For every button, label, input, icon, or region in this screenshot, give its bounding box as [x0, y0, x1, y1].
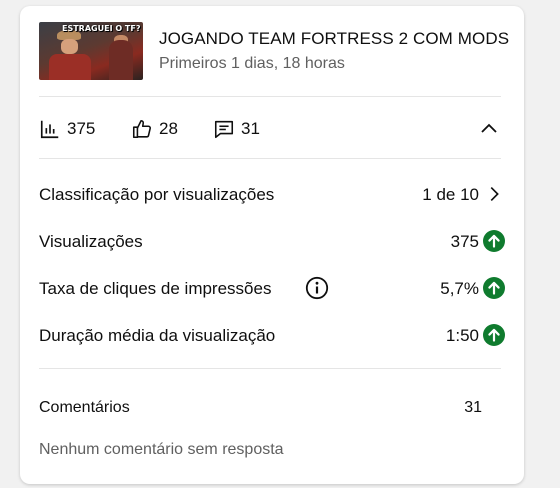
- comment-icon: [213, 118, 235, 140]
- metric-label: Duração média da visualização: [39, 326, 276, 345]
- arrow-up-circle-icon: [483, 230, 505, 252]
- arrow-up-circle-icon: [483, 324, 505, 346]
- metric-value: 375: [450, 232, 479, 251]
- likes-count: 28: [159, 119, 178, 138]
- video-analytics-card: ESTRAGUEI O TF? JOGANDO TEAM FORTRESS 2 …: [20, 6, 524, 484]
- metric-row-avg-duration: Duração média da visualização 1:50: [39, 320, 505, 350]
- metric-label: Taxa de cliques de impressões: [39, 279, 272, 298]
- metric-row-views: Visualizações 375: [39, 226, 505, 256]
- divider: [39, 96, 501, 97]
- video-title[interactable]: JOGANDO TEAM FORTRESS 2 COM MODS: [159, 29, 509, 49]
- thumbnail-figure-body: [49, 54, 91, 80]
- likes-stat: 28: [131, 114, 178, 144]
- collapse-button[interactable]: [477, 117, 501, 141]
- metric-value: 1:50: [445, 326, 479, 345]
- bar-chart-icon: [39, 118, 61, 140]
- divider: [39, 368, 501, 369]
- comments-value: 31: [464, 399, 482, 416]
- views-stat: 375: [39, 114, 95, 144]
- chevron-up-icon: [477, 123, 501, 145]
- metric-row-ctr: Taxa de cliques de impressões 5,7%: [39, 273, 505, 303]
- thumbnail-overlay-text: ESTRAGUEI O TF?: [62, 24, 141, 33]
- chevron-right-icon[interactable]: [483, 183, 505, 205]
- video-thumbnail[interactable]: ESTRAGUEI O TF?: [39, 22, 143, 80]
- thumbnail-figure-face: [61, 39, 78, 54]
- thumbnail-figure2-body: [109, 40, 133, 80]
- metric-value: 5,7%: [440, 279, 479, 298]
- comments-count: 31: [241, 119, 260, 138]
- divider: [39, 158, 501, 159]
- metric-row-ranking[interactable]: Classificação por visualizações 1 de 10: [39, 179, 501, 209]
- stats-row: 375 28 31: [39, 114, 501, 144]
- unanswered-comments-note: Nenhum comentário sem resposta: [39, 441, 284, 458]
- comments-stat: 31: [213, 114, 260, 144]
- metric-value: 1 de 10: [422, 185, 479, 204]
- video-header[interactable]: ESTRAGUEI O TF? JOGANDO TEAM FORTRESS 2 …: [39, 22, 519, 80]
- video-period: Primeiros 1 dias, 18 horas: [159, 55, 345, 72]
- metric-label: Classificação por visualizações: [39, 185, 275, 204]
- comments-label: Comentários: [39, 399, 130, 416]
- arrow-up-circle-icon: [483, 277, 505, 299]
- metric-label: Visualizações: [39, 232, 143, 251]
- views-count: 375: [67, 119, 96, 138]
- thumbs-up-icon: [131, 118, 153, 140]
- info-icon[interactable]: [305, 276, 329, 300]
